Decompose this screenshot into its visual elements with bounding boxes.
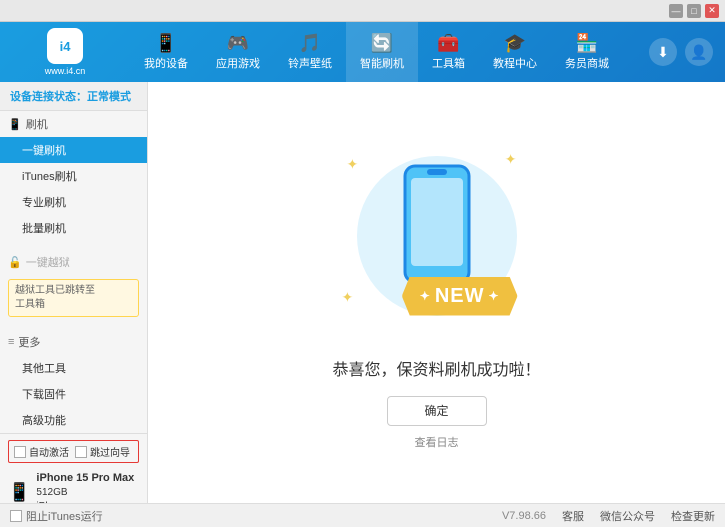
device-storage: 512GB (36, 486, 134, 500)
nav-tabs: 📱 我的设备 🎮 应用游戏 🎵 铃声壁纸 🔄 智能刷机 🧰 工具箱 🎓 教程中心… (130, 22, 649, 82)
minimize-icon[interactable]: — (669, 4, 683, 18)
nav-smart-flash[interactable]: 🔄 智能刷机 (346, 22, 418, 82)
status-value: 正常模式 (87, 91, 131, 103)
logo-icon: i4 (47, 28, 83, 64)
sidebar-item-one-key-flash[interactable]: 一键刷机 (0, 137, 147, 163)
nav-service-label: 务员商城 (565, 55, 609, 71)
auto-activate-label: 自动激活 (29, 444, 69, 459)
success-illustration: ✦ ✦ ✦ ✦ NEW ✦ (327, 136, 547, 336)
new-banner: ✦ NEW ✦ (402, 277, 518, 316)
time-guide-checkbox[interactable]: 跳过向导 (75, 444, 130, 459)
nav-ringtone-label: 铃声壁纸 (288, 55, 332, 71)
version-label: V7.98.66 (502, 510, 546, 522)
ringtone-icon: 🎵 (299, 34, 321, 52)
auto-activate-checkbox[interactable]: 自动激活 (14, 444, 69, 459)
time-guide-label: 跳过向导 (90, 444, 130, 459)
sidebar-section-flash: 📱 刷机 一键刷机 iTunes刷机 专业刷机 批量刷机 (0, 111, 147, 241)
jailbreak-section-icon: 🔓 (8, 256, 22, 269)
nav-toolbox[interactable]: 🧰 工具箱 (418, 22, 479, 82)
app-games-icon: 🎮 (227, 34, 249, 52)
new-star-left: ✦ (420, 289, 431, 303)
log-link[interactable]: 查看日志 (415, 434, 459, 450)
auto-activate-row: 自动激活 跳过向导 (8, 440, 139, 463)
phone-svg (403, 164, 471, 284)
device-row: 📱 iPhone 15 Pro Max 512GB iPhone (8, 469, 139, 503)
sidebar-item-batch-flash[interactable]: 批量刷机 (0, 215, 147, 241)
nav-toolbox-label: 工具箱 (432, 55, 465, 71)
jailbreak-section-label: 一键越狱 (26, 254, 70, 270)
nav-my-device-label: 我的设备 (144, 55, 188, 71)
sidebar-section-flash-header: 📱 刷机 (0, 111, 147, 137)
nav-ringtone[interactable]: 🎵 铃声壁纸 (274, 22, 346, 82)
user-button[interactable]: 👤 (685, 38, 713, 66)
sidebar-item-download-firmware[interactable]: 下载固件 (0, 381, 147, 407)
sparkle-3: ✦ (342, 289, 354, 306)
sidebar: 设备连接状态：正常模式 📱 刷机 一键刷机 iTunes刷机 专业刷机 批量刷机… (0, 82, 148, 503)
device-info: iPhone 15 Pro Max 512GB iPhone (36, 471, 134, 503)
nav-app-games-label: 应用游戏 (216, 55, 260, 71)
more-section-label: 更多 (18, 334, 40, 350)
sidebar-item-itunes-flash[interactable]: iTunes刷机 (0, 163, 147, 189)
auto-activate-cb (14, 446, 26, 458)
nav-service[interactable]: 🏪 务员商城 (551, 22, 623, 82)
status-label: 设备连接状态： (10, 91, 87, 103)
footer-left: 阻止iTunes运行 (10, 508, 103, 524)
service-icon: 🏪 (576, 34, 598, 52)
sidebar-item-advanced[interactable]: 高级功能 (0, 407, 147, 433)
new-label: NEW (435, 285, 485, 308)
sidebar-item-other-tools[interactable]: 其他工具 (0, 355, 147, 381)
maximize-icon[interactable]: □ (687, 4, 701, 18)
device-name: iPhone 15 Pro Max (36, 471, 134, 486)
footer-check-update[interactable]: 检查更新 (671, 508, 715, 524)
sidebar-bottom: 自动激活 跳过向导 📱 iPhone 15 Pro Max 512GB iPho… (0, 433, 147, 503)
device-phone-icon: 📱 (8, 482, 30, 503)
tutorial-icon: 🎓 (504, 34, 526, 52)
close-icon[interactable]: ✕ (705, 4, 719, 18)
sidebar-section-jailbreak-header: 🔓 一键越狱 (0, 249, 147, 275)
logo-url: www.i4.cn (45, 66, 86, 76)
device-type: iPhone (36, 500, 134, 503)
confirm-button[interactable]: 确定 (387, 396, 487, 426)
content-area: ✦ ✦ ✦ ✦ NEW ✦ 恭喜您，保资料刷机成功啦！ 确定 查看日志 (148, 82, 725, 503)
time-guide-cb (75, 446, 87, 458)
flash-section-label: 刷机 (26, 116, 48, 132)
new-star-right: ✦ (488, 289, 499, 303)
stop-itunes-label: 阻止iTunes运行 (26, 508, 103, 524)
logo-area: i4 www.i4.cn (0, 28, 130, 76)
header-right: ⬇ 👤 (649, 38, 725, 66)
more-section-icon: ≡ (8, 336, 14, 348)
toolbox-icon: 🧰 (437, 34, 459, 52)
jailbreak-notice: 越狱工具已跳转至工具箱 (8, 279, 139, 317)
download-button[interactable]: ⬇ (649, 38, 677, 66)
footer-customer-service[interactable]: 客服 (562, 508, 584, 524)
my-device-icon: 📱 (155, 34, 177, 52)
footer-wechat[interactable]: 微信公众号 (600, 508, 655, 524)
nav-tutorial[interactable]: 🎓 教程中心 (479, 22, 551, 82)
sidebar-section-jailbreak: 🔓 一键越狱 越狱工具已跳转至工具箱 (0, 249, 147, 321)
flash-section-icon: 📱 (8, 118, 22, 131)
sparkle-1: ✦ (347, 156, 359, 173)
header: i4 www.i4.cn 📱 我的设备 🎮 应用游戏 🎵 铃声壁纸 🔄 智能刷机… (0, 22, 725, 82)
nav-my-device[interactable]: 📱 我的设备 (130, 22, 202, 82)
nav-app-games[interactable]: 🎮 应用游戏 (202, 22, 274, 82)
success-message: 恭喜您，保资料刷机成功啦！ (332, 356, 540, 380)
sparkle-2: ✦ (505, 151, 517, 168)
nav-tutorial-label: 教程中心 (493, 55, 537, 71)
footer-right: V7.98.66 客服 微信公众号 检查更新 (502, 508, 715, 524)
stop-itunes-checkbox[interactable] (10, 510, 22, 522)
nav-smart-flash-label: 智能刷机 (360, 55, 404, 71)
smart-flash-icon: 🔄 (371, 34, 393, 52)
main-layout: 设备连接状态：正常模式 📱 刷机 一键刷机 iTunes刷机 专业刷机 批量刷机… (0, 82, 725, 503)
sidebar-status: 设备连接状态：正常模式 (0, 82, 147, 111)
sidebar-section-more: ≡ 更多 其他工具 下载固件 高级功能 (0, 329, 147, 433)
window-top-bar: — □ ✕ (0, 0, 725, 22)
sidebar-item-pro-flash[interactable]: 专业刷机 (0, 189, 147, 215)
sidebar-section-more-header: ≡ 更多 (0, 329, 147, 355)
footer: 阻止iTunes运行 V7.98.66 客服 微信公众号 检查更新 (0, 503, 725, 527)
